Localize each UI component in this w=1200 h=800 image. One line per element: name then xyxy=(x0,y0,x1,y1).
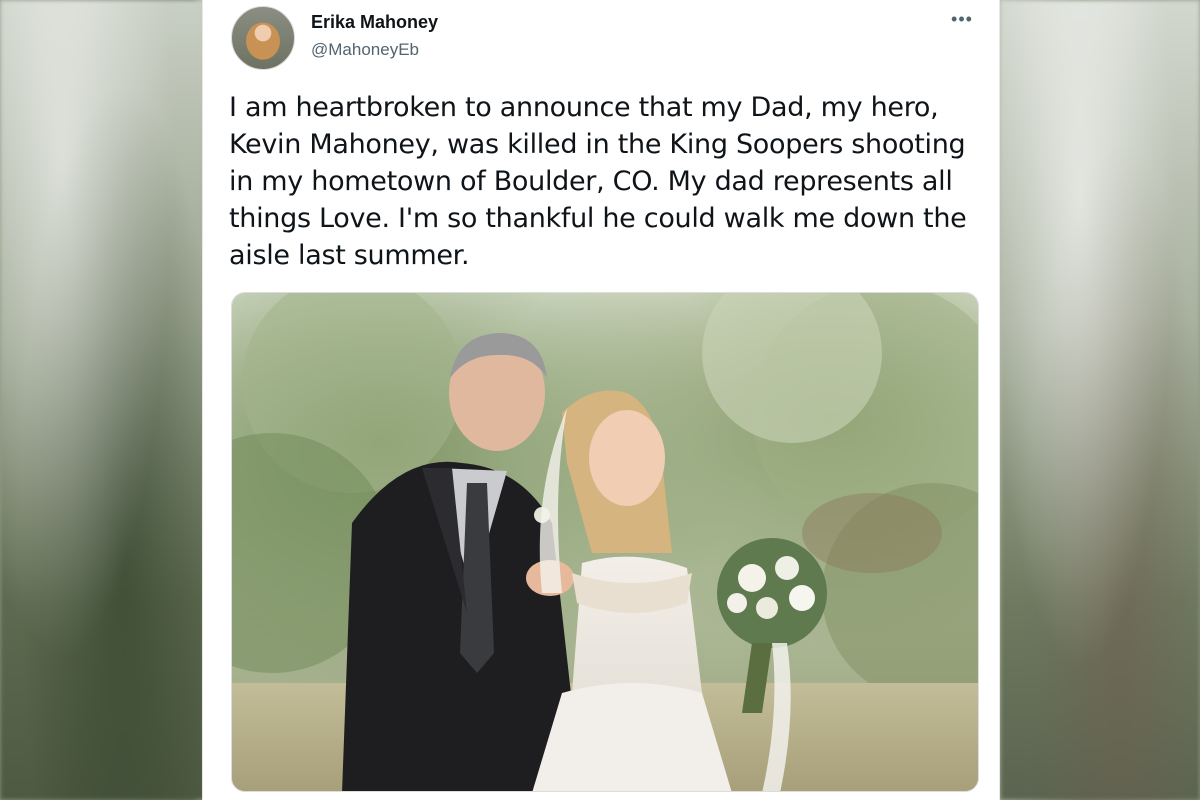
background-left-blur xyxy=(0,0,205,800)
display-name[interactable]: Erika Mahoney xyxy=(311,12,438,33)
tweet-card: Erika Mahoney @MahoneyEb ••• I am heartb… xyxy=(202,0,1000,800)
more-options-icon[interactable]: ••• xyxy=(947,10,977,32)
tweet-text: I am heartbroken to announce that my Dad… xyxy=(229,92,967,271)
wedding-photo-illustration xyxy=(232,293,978,791)
background-right-blur xyxy=(1000,0,1200,800)
avatar[interactable] xyxy=(231,6,295,70)
user-handle[interactable]: @MahoneyEb xyxy=(311,40,419,60)
tweet-photo[interactable] xyxy=(231,292,979,792)
